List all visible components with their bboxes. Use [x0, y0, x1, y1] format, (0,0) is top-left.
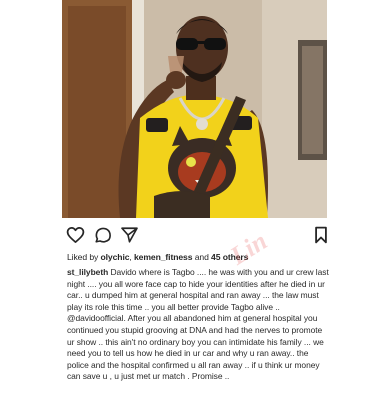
likes-prefix: Liked by — [67, 252, 101, 262]
caption-text: Davido where is Tagbo .... he was with y… — [67, 267, 329, 382]
comment-bubble-icon[interactable] — [94, 226, 112, 244]
heart-outline-icon[interactable] — [66, 226, 85, 244]
likes-and: and — [192, 252, 212, 262]
post-action-bar — [66, 226, 328, 248]
paper-plane-icon[interactable] — [120, 226, 139, 244]
instagram-post: Liked by olychic, kemen_fitness and 45 o… — [0, 0, 391, 400]
liked-by-user-link[interactable]: kemen_fitness — [134, 252, 193, 262]
caption-username-link[interactable]: st_lilybeth — [67, 267, 108, 277]
likes-others-link[interactable]: 45 others — [211, 252, 248, 262]
post-photo-illustration — [62, 0, 327, 218]
bookmark-icon[interactable] — [314, 226, 328, 244]
likes-summary[interactable]: Liked by olychic, kemen_fitness and 45 o… — [67, 252, 248, 262]
post-caption: st_lilybeth Davido where is Tagbo .... h… — [67, 267, 329, 383]
post-photo[interactable] — [62, 0, 327, 218]
liked-by-user-link[interactable]: olychic — [101, 252, 130, 262]
